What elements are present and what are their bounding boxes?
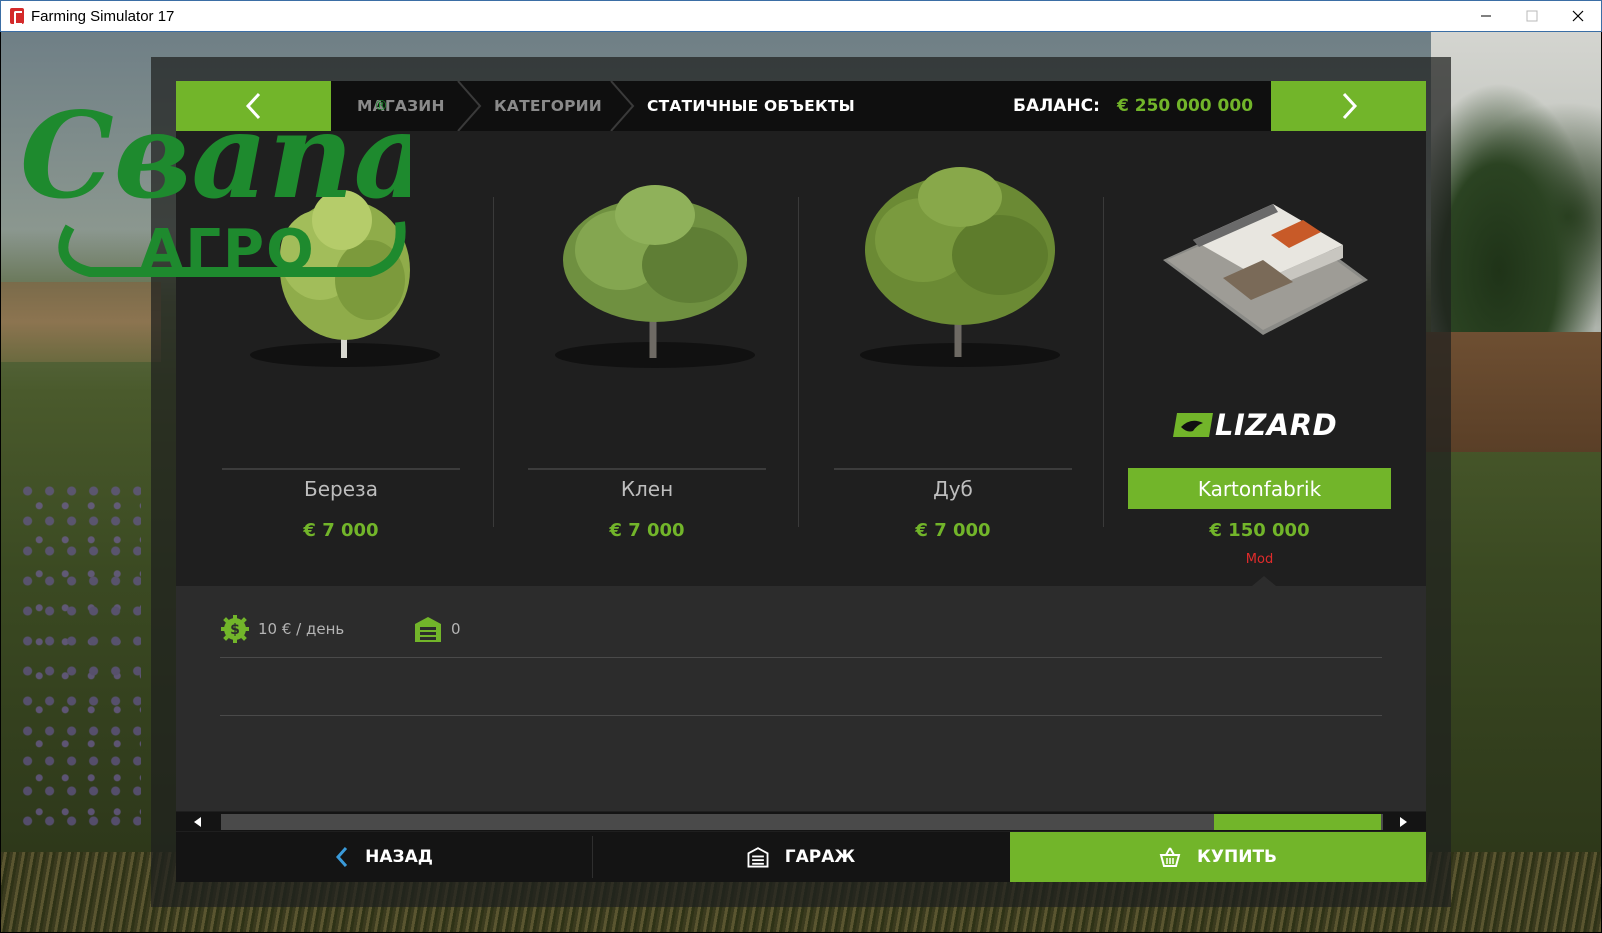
details-divider: [220, 657, 1382, 658]
brand-logo: LIZARD: [1173, 407, 1349, 443]
buy-button[interactable]: КУПИТЬ: [1010, 832, 1426, 882]
balance-value: € 250 000 000: [1117, 96, 1254, 116]
upkeep-attribute: $ 10 € / день: [220, 612, 344, 646]
breadcrumb-categories[interactable]: КАТЕГОРИИ: [494, 81, 602, 131]
item-name: Клен: [620, 477, 674, 501]
chevron-right-icon: [1342, 92, 1357, 120]
item-price: € 7 000: [303, 519, 379, 541]
triangle-right-icon: [1400, 816, 1407, 827]
close-button[interactable]: [1555, 1, 1601, 31]
back-label: НАЗАД: [365, 847, 433, 867]
garage-icon: [415, 617, 441, 642]
triangle-left-icon: [194, 816, 201, 827]
item-name: Береза: [304, 477, 378, 501]
card-divider: [798, 197, 799, 527]
factory-building-icon: [1163, 204, 1368, 335]
owned-count: 0: [451, 620, 461, 638]
item-price: € 7 000: [915, 519, 991, 541]
buy-label: КУПИТЬ: [1196, 847, 1277, 867]
money-gear-icon: $: [221, 615, 249, 643]
svapa-agro-logo: Свапа АГРО ®: [20, 86, 410, 283]
item-details-panel: [176, 586, 1426, 811]
back-button[interactable]: НАЗАД: [176, 832, 592, 882]
breadcrumb-separator-icon: [457, 81, 482, 131]
next-page-button[interactable]: [1271, 81, 1426, 131]
logo-registered-mark: ®: [374, 98, 388, 114]
breadcrumb-separator-icon: [610, 81, 635, 131]
window-titlebar: Farming Simulator 17: [0, 0, 1602, 32]
garage-icon: [747, 847, 769, 868]
scroll-thumb[interactable]: [1214, 814, 1381, 830]
basket-icon: [1159, 847, 1181, 867]
scroll-track[interactable]: [221, 814, 1383, 830]
item-price: € 7 000: [609, 519, 685, 541]
app-icon: [10, 8, 24, 25]
logo-script: Свапа: [20, 86, 410, 225]
details-divider: [220, 715, 1382, 716]
chevron-left-icon: [336, 847, 348, 867]
scroll-right-button[interactable]: [1382, 812, 1426, 831]
item-price: € 150 000: [1209, 519, 1310, 541]
item-name-selected: Kartonfabrik: [1128, 468, 1391, 509]
mod-badge: Mod: [1245, 551, 1274, 567]
item-name: Дуб: [933, 477, 973, 501]
svg-text:$: $: [230, 622, 240, 638]
lizard-brand-icon: [1173, 413, 1213, 437]
logo-subtext: АГРО: [140, 218, 316, 283]
owned-attribute: 0: [413, 612, 461, 646]
card-divider: [1103, 197, 1104, 527]
brand-name: LIZARD: [1215, 408, 1338, 442]
window-title: Farming Simulator 17: [31, 7, 175, 25]
selection-pointer: [1252, 576, 1276, 586]
balance-label: БАЛАНС:: [1013, 96, 1100, 116]
breadcrumb-current: СТАТИЧНЫЕ ОБЪЕКТЫ: [647, 97, 855, 115]
oak-tree-icon: [860, 167, 1060, 367]
scroll-left-button[interactable]: [176, 812, 220, 831]
maximize-button[interactable]: [1509, 1, 1555, 31]
maple-tree-icon: [555, 185, 755, 368]
card-divider: [493, 197, 494, 527]
garage-button[interactable]: ГАРАЖ: [593, 832, 1009, 882]
upkeep-value: 10 € / день: [258, 620, 345, 638]
garage-label: ГАРАЖ: [784, 847, 856, 867]
minimize-button[interactable]: [1463, 1, 1509, 31]
